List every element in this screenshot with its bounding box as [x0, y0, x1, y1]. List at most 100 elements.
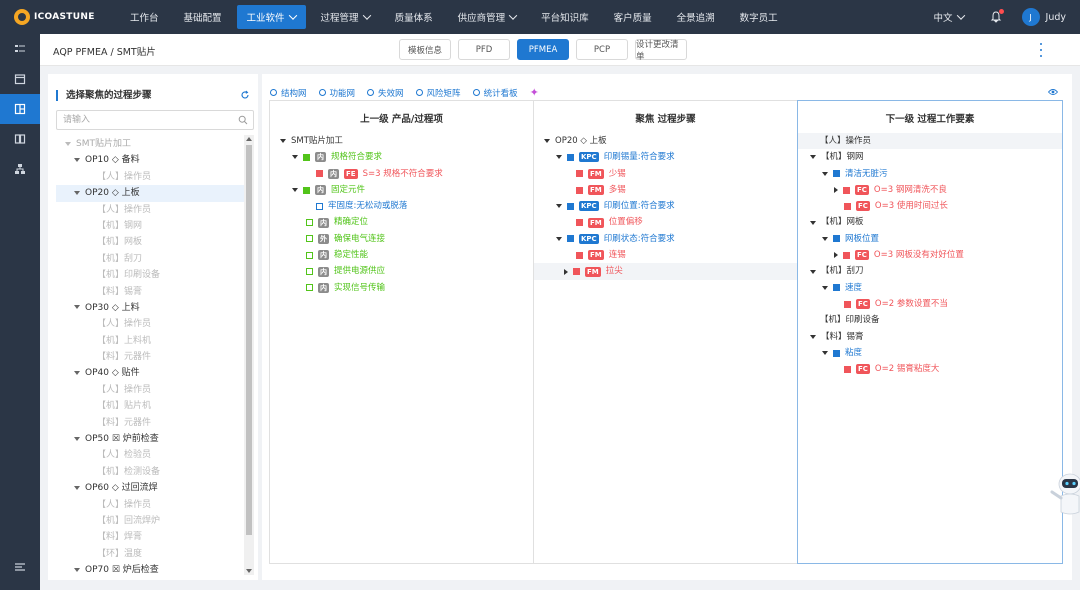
tree-leaf-item[interactable]: 【机】检测设备: [56, 464, 244, 480]
tree-row[interactable]: OP20 ◇ 上板: [534, 133, 797, 149]
tree-leaf-item[interactable]: 【机】印刷设备: [56, 267, 244, 283]
tree-leaf-item[interactable]: 【机】钢网: [56, 218, 244, 234]
tree-leaf-item[interactable]: 【人】操作员: [56, 382, 244, 398]
tree-leaf-item[interactable]: 【机】回流焊炉: [56, 513, 244, 529]
caret-down-icon[interactable]: [810, 155, 816, 160]
caret-down-icon[interactable]: [822, 171, 828, 176]
tab-button[interactable]: 模板信息: [399, 39, 451, 60]
caret-down-icon[interactable]: [65, 141, 71, 146]
tree-leaf-item[interactable]: 【机】网板: [56, 234, 244, 250]
tree-row[interactable]: 内固定元件: [270, 182, 533, 198]
caret-down-icon[interactable]: [74, 190, 80, 195]
tree-node[interactable]: OP50 ☒ 炉前检查: [56, 431, 244, 447]
tree-row[interactable]: FM 位置偏移: [534, 214, 797, 230]
logo[interactable]: ICOASTUNE: [0, 0, 112, 34]
rail-item-hierarchy[interactable]: [0, 154, 40, 184]
view-tab[interactable]: 统计看板: [472, 87, 518, 99]
caret-right-icon[interactable]: [564, 268, 568, 275]
caret-down-icon[interactable]: [74, 157, 80, 162]
tree-row[interactable]: FM 拉尖: [534, 263, 797, 280]
view-tab[interactable]: 结构网: [270, 87, 307, 99]
tab-button[interactable]: PFD: [458, 39, 510, 60]
tree-row[interactable]: SMT贴片加工: [270, 133, 533, 149]
rail-item-books[interactable]: [0, 124, 40, 154]
nav-item[interactable]: 基础配置: [174, 5, 232, 29]
tree-row[interactable]: FM 多锡: [534, 182, 797, 198]
caret-down-icon[interactable]: [556, 155, 562, 160]
caret-down-icon[interactable]: [74, 370, 80, 375]
tree-row[interactable]: 内提供电源供应: [270, 263, 533, 279]
tree-row[interactable]: 粘度: [798, 345, 1062, 361]
caret-down-icon[interactable]: [292, 188, 298, 193]
tree-node[interactable]: OP20 ◇ 上板: [56, 185, 244, 202]
caret-down-icon[interactable]: [556, 236, 562, 241]
tree-leaf-item[interactable]: 【料】焊膏: [56, 529, 244, 545]
tree-leaf-item[interactable]: 【人】操作员: [56, 497, 244, 513]
tree-row[interactable]: 清洁无脏污: [798, 166, 1062, 182]
tree-scrollbar[interactable]: [244, 135, 254, 575]
notification-button[interactable]: [990, 9, 1004, 23]
caret-down-icon[interactable]: [822, 351, 828, 355]
tree-leaf-item[interactable]: 【料】元器件: [56, 349, 244, 365]
tree-leaf-item[interactable]: 【人】操作员: [56, 202, 244, 218]
tree-row[interactable]: 内稳定性能: [270, 247, 533, 263]
nav-item[interactable]: 质量体系: [385, 5, 443, 29]
nav-item[interactable]: 工业软件: [236, 5, 306, 29]
tree-row[interactable]: 【机】印刷设备: [798, 312, 1062, 328]
tree-leaf-item[interactable]: 【环】温度: [56, 546, 244, 562]
tab-button[interactable]: 设计更改清单: [635, 39, 687, 62]
tree-row[interactable]: FM 连锡: [534, 247, 797, 263]
tree-node[interactable]: OP10 ◇ 备料: [56, 152, 244, 168]
assistant-robot-icon[interactable]: [1048, 470, 1080, 522]
nav-item[interactable]: 数字员工: [730, 5, 788, 29]
user-name[interactable]: Judy: [1046, 12, 1066, 23]
nav-item[interactable]: 供应商管理: [448, 5, 527, 29]
view-tab[interactable]: 风险矩阵: [415, 87, 461, 99]
nav-item[interactable]: 平台知识库: [531, 5, 599, 29]
refresh-icon[interactable]: [240, 90, 250, 100]
caret-right-icon[interactable]: [834, 252, 838, 259]
scroll-up-arrow-icon[interactable]: [246, 137, 252, 141]
tree-row[interactable]: 内精确定位: [270, 214, 533, 230]
tree-row[interactable]: KPC 印刷位置:符合要求: [534, 198, 797, 214]
caret-down-icon[interactable]: [74, 567, 80, 572]
tree-node[interactable]: SMT贴片加工: [56, 136, 244, 152]
scroll-down-arrow-icon[interactable]: [246, 569, 252, 573]
tree-leaf-item[interactable]: 【机】刮刀: [56, 251, 244, 267]
tree-row[interactable]: 网板位置: [798, 231, 1062, 247]
tree-row[interactable]: 内 FE S=3 规格不符合要求: [270, 166, 533, 182]
tree-leaf-item[interactable]: 【人】操作员: [56, 169, 244, 185]
tree-row[interactable]: 牢固度:无松动或脱落: [270, 198, 533, 214]
tree-leaf-item[interactable]: 【人】检验员: [56, 447, 244, 463]
tree-row[interactable]: FC O=3 钢网清洗不良: [798, 182, 1062, 198]
tab-button[interactable]: PFMEA: [517, 39, 569, 60]
tree-node[interactable]: OP30 ◇ 上料: [56, 300, 244, 316]
language-selector[interactable]: 中文: [934, 10, 965, 24]
caret-down-icon[interactable]: [810, 334, 816, 339]
view-tab[interactable]: 失效网: [367, 87, 404, 99]
scroll-thumb[interactable]: [246, 145, 252, 535]
caret-down-icon[interactable]: [556, 204, 562, 209]
nav-item[interactable]: 过程管理: [311, 5, 380, 29]
nav-item[interactable]: 全景追溯: [667, 5, 725, 29]
rail-item-list[interactable]: [0, 34, 40, 64]
caret-down-icon[interactable]: [822, 285, 828, 290]
tree-row[interactable]: 【机】网板: [798, 214, 1062, 230]
tree-row[interactable]: FC O=3 网板没有对好位置: [798, 247, 1062, 263]
tree-leaf-item[interactable]: 【机】上料机: [56, 333, 244, 349]
tree-row[interactable]: 内规格符合要求: [270, 149, 533, 165]
caret-down-icon[interactable]: [74, 485, 80, 490]
caret-down-icon[interactable]: [280, 139, 286, 144]
caret-right-icon[interactable]: [834, 187, 838, 194]
caret-down-icon[interactable]: [74, 436, 80, 441]
rail-item-document[interactable]: [0, 94, 40, 124]
eye-icon[interactable]: [1048, 88, 1058, 96]
search-icon[interactable]: [238, 115, 248, 125]
tree-row[interactable]: 【料】锡膏: [798, 329, 1062, 345]
collapse-rail-button[interactable]: [0, 552, 40, 582]
nav-item[interactable]: 客户质量: [604, 5, 662, 29]
tree-row[interactable]: 【机】钢网: [798, 149, 1062, 165]
avatar[interactable]: J: [1021, 8, 1040, 26]
caret-down-icon[interactable]: [544, 139, 550, 144]
nav-item[interactable]: 工作台: [120, 5, 169, 29]
